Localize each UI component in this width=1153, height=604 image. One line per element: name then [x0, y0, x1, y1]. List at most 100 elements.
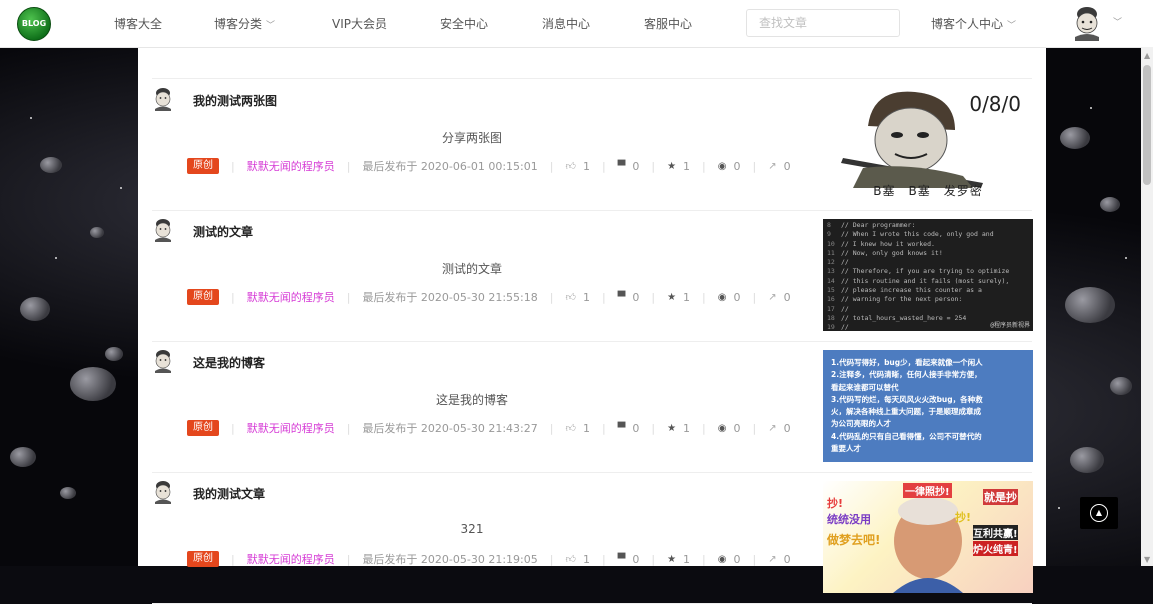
line-number: 9 — [827, 230, 831, 239]
post-title[interactable]: 这是我的博客 — [193, 354, 265, 371]
line-number: 16 — [827, 295, 835, 304]
thumbs-up-icon: 👍︎ — [565, 554, 576, 565]
post-title[interactable]: 测试的文章 — [193, 223, 253, 240]
share-stat[interactable]: ↗ 0 — [768, 553, 790, 566]
code-line: 12 // — [827, 258, 1029, 267]
share-stat[interactable]: ↗ 0 — [768, 160, 790, 173]
nav-item-user-center[interactable]: 博客个人中心 ﹀ — [931, 15, 1016, 32]
post-meta: 原创 | 默默无闻的程序员 | 最后发布于 2020-05-30 21:43:2… — [187, 420, 791, 436]
author-avatar[interactable] — [152, 218, 174, 242]
user-avatar[interactable] — [1070, 5, 1104, 41]
post-summary: 321 — [460, 522, 484, 536]
text-line: 看起来谁都可以替代 — [831, 382, 899, 392]
author-avatar[interactable] — [152, 480, 174, 504]
code-text: // — [841, 304, 849, 313]
post-meta: 原创 | 默默无闻的程序员 | 最后发布于 2020-05-30 21:55:1… — [187, 289, 791, 305]
like-stat[interactable]: 👍︎ 1 — [565, 291, 589, 304]
code-text: // I knew how it worked. — [841, 239, 935, 248]
comment-icon: ▀ — [617, 553, 626, 565]
text-line: 4.代码乱的只有自己看得懂，公司不可替代的 — [831, 431, 982, 441]
nav-item-vip[interactable]: VIP大会员 — [332, 15, 387, 32]
chevron-down-icon: ﹀ — [266, 21, 276, 31]
like-stat[interactable]: 👍︎ 1 — [565, 422, 589, 435]
publish-date: 最后发布于 2020-05-30 21:19:05 — [362, 553, 538, 566]
post-title[interactable]: 我的测试两张图 — [193, 92, 277, 109]
like-stat[interactable]: 👍︎ 1 — [565, 160, 589, 173]
comment-icon: ▀ — [617, 422, 626, 434]
back-to-top-button[interactable]: ▲ — [1080, 497, 1118, 529]
share-icon: ↗ — [768, 160, 777, 172]
post-item[interactable]: 这是我的博客 这是我的博客 原创 | 默默无闻的程序员 | 最后发布于 2020… — [152, 341, 1033, 473]
chevron-down-icon[interactable]: ﹀ — [1113, 15, 1122, 28]
like-stat[interactable]: 👍︎ 1 — [565, 553, 589, 566]
nav-item-categories[interactable]: 博客分类 ﹀ — [214, 15, 275, 32]
scroll-up-arrow-icon[interactable]: ▲ — [1144, 51, 1150, 60]
code-line: 13 // Therefore, if you are trying to opt… — [827, 267, 1029, 276]
code-text: // Therefore, if you are trying to optim… — [841, 267, 1010, 276]
original-badge: 原创 — [187, 289, 219, 305]
author-avatar[interactable] — [152, 349, 174, 373]
author-link[interactable]: 默默无闻的程序员 — [247, 551, 335, 567]
post-item[interactable]: 我的测试两张图 分享两张图 原创 | 默默无闻的程序员 | 最后发布于 2020… — [152, 79, 1033, 211]
comment-stat[interactable]: ▀ 0 — [618, 160, 640, 173]
nav-item-all-blogs[interactable]: 博客大全 — [114, 15, 162, 32]
code-line: 9 // When I wrote this code, only god and — [827, 230, 1029, 239]
nav-item-messages[interactable]: 消息中心 — [542, 15, 590, 32]
blog-logo[interactable]: BLOG — [17, 7, 51, 41]
post-summary: 分享两张图 — [441, 131, 502, 145]
search-input[interactable] — [746, 9, 900, 37]
post-thumbnail[interactable]: 一律照抄! 抄! 统统没用 做梦去吧! 就是抄 互利共赢! 炉火纯青! 抄! — [823, 481, 1033, 593]
author-link[interactable]: 默默无闻的程序员 — [247, 420, 335, 436]
share-icon: ↗ — [768, 422, 777, 434]
code-line: 10 // I knew how it worked. — [827, 240, 1029, 249]
line-number: 10 — [827, 239, 835, 248]
chevron-down-icon: ﹀ — [1007, 21, 1017, 31]
nav-item-support[interactable]: 客服中心 — [644, 15, 692, 32]
post-summary: 这是我的博客 — [435, 393, 508, 407]
meme-text: 0/8/0 — [969, 92, 1021, 116]
post-thumbnail[interactable]: 1.代码写得好，bug少，看起来就像一个闲人 2.注释多，代码清晰，任何人接手非常… — [823, 350, 1033, 462]
scrollbar[interactable]: ▲ ▼ — [1141, 47, 1153, 566]
comment-stat[interactable]: ▀ 0 — [618, 553, 640, 566]
comment-stat[interactable]: ▀ 0 — [618, 422, 640, 435]
view-stat: ◉ 0 — [717, 552, 741, 566]
line-number: 17 — [827, 304, 835, 313]
text-line: 重要人才 — [831, 444, 861, 454]
comment-stat[interactable]: ▀ 0 — [618, 291, 640, 304]
comment-icon: ▀ — [617, 291, 626, 303]
thumbs-up-icon: 👍︎ — [565, 292, 576, 303]
thumbs-up-icon: 👍︎ — [565, 161, 576, 172]
post-summary: 测试的文章 — [441, 262, 502, 276]
code-text: // this routine and it fails (most surel… — [841, 276, 1010, 285]
favorite-stat[interactable]: ★ 1 — [667, 160, 690, 173]
original-badge: 原创 — [187, 551, 219, 567]
favorite-stat[interactable]: ★ 1 — [667, 553, 690, 566]
author-link[interactable]: 默默无闻的程序员 — [247, 289, 335, 305]
text-line: 2.注释多，代码清晰，任何人接手非常方便， — [831, 370, 982, 380]
text-image: 1.代码写得好，bug少，看起来就像一个闲人 2.注释多，代码清晰，任何人接手非常… — [831, 357, 1025, 455]
post-item[interactable]: 我的测试文章 321 原创 | 默默无闻的程序员 | 最后发布于 2020-05… — [152, 472, 1033, 604]
scroll-down-arrow-icon[interactable]: ▼ — [1144, 555, 1150, 564]
share-icon: ↗ — [768, 553, 777, 565]
post-item[interactable]: 测试的文章 测试的文章 原创 | 默默无闻的程序员 | 最后发布于 2020-0… — [152, 210, 1033, 342]
code-line: 11 // Now, only god knows it! — [827, 249, 1029, 258]
author-avatar[interactable] — [152, 87, 174, 111]
code-text: // — [841, 258, 849, 267]
post-title[interactable]: 我的测试文章 — [193, 485, 265, 502]
nav-item-security[interactable]: 安全中心 — [440, 15, 488, 32]
favorite-stat[interactable]: ★ 1 — [667, 422, 690, 435]
share-stat[interactable]: ↗ 0 — [768, 291, 790, 304]
favorite-stat[interactable]: ★ 1 — [667, 291, 690, 304]
text-line: 火，解决各种线上重大问题，于是顺理成章成 — [831, 407, 981, 417]
post-thumbnail[interactable]: 8 // Dear programmer: 9 // When I wrote thi… — [823, 219, 1033, 331]
code-line: 17 // — [827, 305, 1029, 314]
post-meta: 原创 | 默默无闻的程序员 | 最后发布于 2020-05-30 21:19:0… — [187, 551, 791, 567]
post-thumbnail[interactable]: 0/8/0 B塞 B塞 发罗密 — [823, 88, 1033, 200]
line-number: 14 — [827, 276, 835, 285]
scrollbar-thumb[interactable] — [1143, 65, 1151, 185]
star-icon: ★ — [667, 291, 677, 303]
share-stat[interactable]: ↗ 0 — [768, 422, 790, 435]
line-number: 15 — [827, 286, 835, 295]
code-text: // Dear programmer: — [841, 221, 916, 229]
author-link[interactable]: 默默无闻的程序员 — [247, 158, 335, 174]
